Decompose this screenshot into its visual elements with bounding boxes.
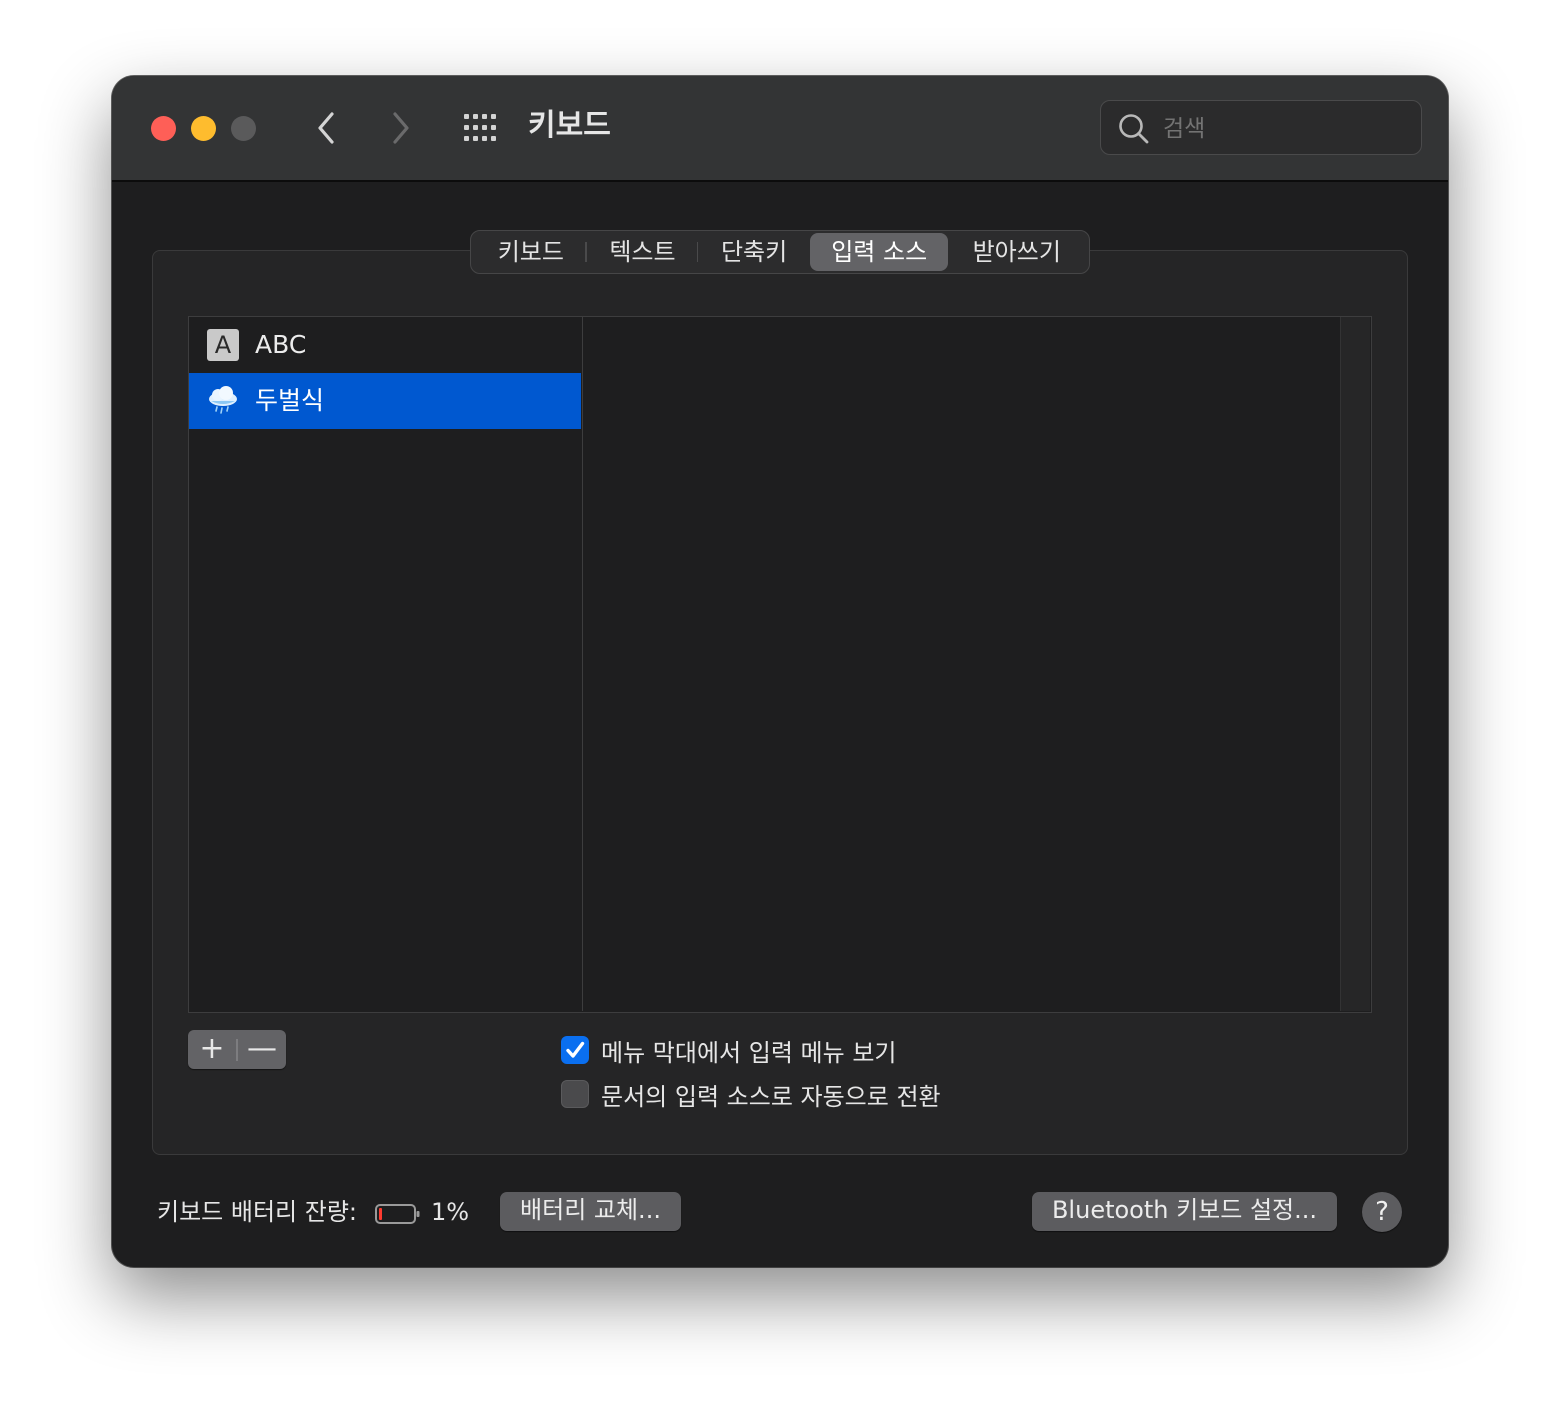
minimize-button[interactable] — [191, 116, 216, 141]
battery-percent: 1% — [431, 1198, 470, 1226]
tab-shortcuts[interactable]: 단축키 — [698, 233, 810, 271]
replace-battery-button[interactable]: 배터리 교체... — [500, 1192, 681, 1231]
close-button[interactable] — [151, 116, 176, 141]
source-label: ABC — [255, 330, 307, 359]
show-all-grid-icon — [464, 114, 496, 141]
back-button[interactable] — [307, 106, 347, 150]
battery-label: 키보드 배터리 잔량: — [157, 1198, 357, 1226]
show-menu-checkbox[interactable] — [561, 1036, 589, 1064]
source-label: 두벌식 — [255, 386, 325, 415]
remove-source-button[interactable]: — — [238, 1030, 286, 1069]
zoom-button[interactable] — [231, 116, 256, 141]
chevron-left-icon — [318, 112, 334, 144]
tab-keyboard[interactable]: 키보드 — [475, 233, 587, 271]
show-all-button[interactable] — [462, 112, 502, 144]
list-item-dubeolsik[interactable]: 두벌식 — [189, 373, 581, 429]
show-menu-label: 메뉴 막대에서 입력 메뉴 보기 — [601, 1038, 897, 1067]
search-field[interactable] — [1100, 100, 1422, 155]
forward-button[interactable] — [382, 106, 422, 150]
tab-text[interactable]: 텍스트 — [587, 233, 699, 271]
tab-input-sources[interactable]: 입력 소스 — [809, 233, 949, 271]
add-remove-control: + — — [188, 1030, 286, 1069]
search-input[interactable] — [1161, 111, 1405, 147]
preferences-window: 키보드 키보드 텍스트 단축키 입력 소스 받아쓰기 A ABC — [112, 76, 1448, 1267]
battery-icon — [375, 1204, 420, 1224]
add-source-button[interactable]: + — [188, 1030, 236, 1069]
list-item-abc[interactable]: A ABC — [189, 317, 581, 373]
input-source-list[interactable]: A ABC 두벌식 — [189, 317, 583, 1011]
auto-switch-option[interactable]: 문서의 입력 소스로 자동으로 전환 — [561, 1078, 941, 1111]
bluetooth-keyboard-setup-button[interactable]: Bluetooth 키보드 설정... — [1032, 1192, 1337, 1231]
scrollbar[interactable] — [1340, 317, 1370, 1011]
search-icon — [1119, 114, 1149, 144]
title-bar: 키보드 — [112, 76, 1448, 182]
input-source-detail — [583, 317, 1339, 1011]
show-menu-option[interactable]: 메뉴 막대에서 입력 메뉴 보기 — [561, 1034, 897, 1067]
tab-bar: 키보드 텍스트 단축키 입력 소스 받아쓰기 — [470, 230, 1090, 274]
chevron-right-icon — [393, 112, 409, 144]
tab-dictation[interactable]: 받아쓰기 — [948, 233, 1085, 271]
auto-switch-checkbox[interactable] — [561, 1080, 589, 1108]
cloud-rain-icon — [209, 386, 237, 414]
auto-switch-label: 문서의 입력 소스로 자동으로 전환 — [601, 1082, 941, 1111]
window-title: 키보드 — [528, 108, 611, 143]
letter-a-badge-icon: A — [207, 329, 239, 361]
help-button[interactable]: ? — [1362, 1192, 1402, 1232]
checkmark-icon — [566, 1041, 585, 1058]
input-source-table: A ABC 두벌식 — [188, 316, 1372, 1013]
